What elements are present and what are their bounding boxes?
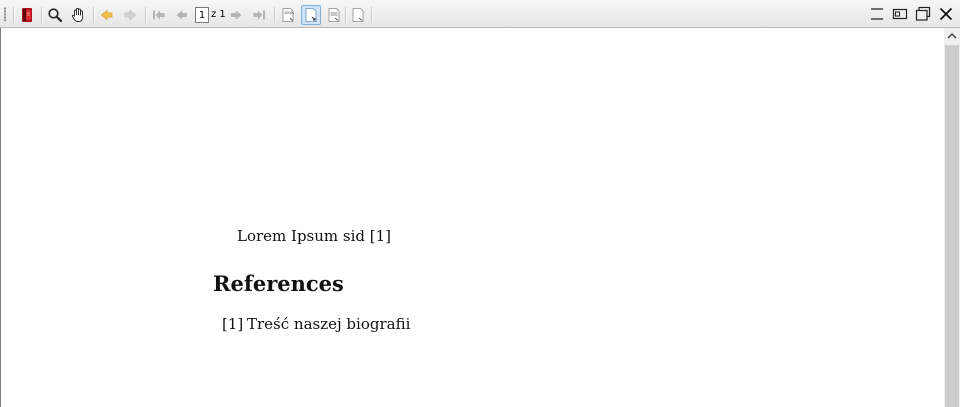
toolbar: z 1 100% xyxy=(0,0,960,28)
fit-width-button[interactable] xyxy=(324,5,344,25)
page-count-label: z 1 xyxy=(211,9,226,20)
toolbar-separator xyxy=(371,7,373,23)
toolbar-separator xyxy=(145,7,147,23)
zoom-button[interactable] xyxy=(45,5,65,25)
close-button[interactable] xyxy=(938,6,954,22)
maximize-button[interactable] xyxy=(915,6,931,22)
page-number-input[interactable] xyxy=(195,7,209,23)
continuous-button[interactable] xyxy=(348,5,368,25)
open-document-button[interactable] xyxy=(17,5,37,25)
toolbar-separator xyxy=(345,7,347,23)
vertical-scrollbar[interactable] xyxy=(944,28,960,407)
forward-button[interactable] xyxy=(120,5,140,25)
reference-text: Treść naszej biografii xyxy=(247,315,411,333)
previous-page-button[interactable] xyxy=(172,5,192,25)
back-button[interactable] xyxy=(97,5,117,25)
scroll-up-button[interactable] xyxy=(944,28,960,44)
first-page-button[interactable] xyxy=(149,5,169,25)
next-page-button[interactable] xyxy=(226,5,246,25)
actual-size-button[interactable]: 100% xyxy=(278,5,298,25)
toolbar-grip[interactable] xyxy=(4,7,6,21)
document-body-text: Lorem Ipsum sid [1] xyxy=(237,227,392,245)
last-page-button[interactable] xyxy=(249,5,269,25)
toolbar-separator xyxy=(13,7,15,23)
fit-page-button[interactable] xyxy=(301,5,321,25)
toolbar-separator xyxy=(41,7,43,23)
toolbar-separator xyxy=(274,7,276,23)
scroll-thumb[interactable] xyxy=(945,45,959,407)
minimize-button[interactable] xyxy=(869,6,885,22)
references-heading: References xyxy=(213,271,344,296)
restore-button[interactable] xyxy=(892,6,908,22)
document-viewer[interactable]: Lorem Ipsum sid [1] References [1] Treść… xyxy=(0,28,944,407)
hand-tool-button[interactable] xyxy=(68,5,88,25)
toolbar-separator xyxy=(93,7,95,23)
svg-text:100%: 100% xyxy=(284,11,295,15)
reference-number: [1] xyxy=(222,315,244,333)
